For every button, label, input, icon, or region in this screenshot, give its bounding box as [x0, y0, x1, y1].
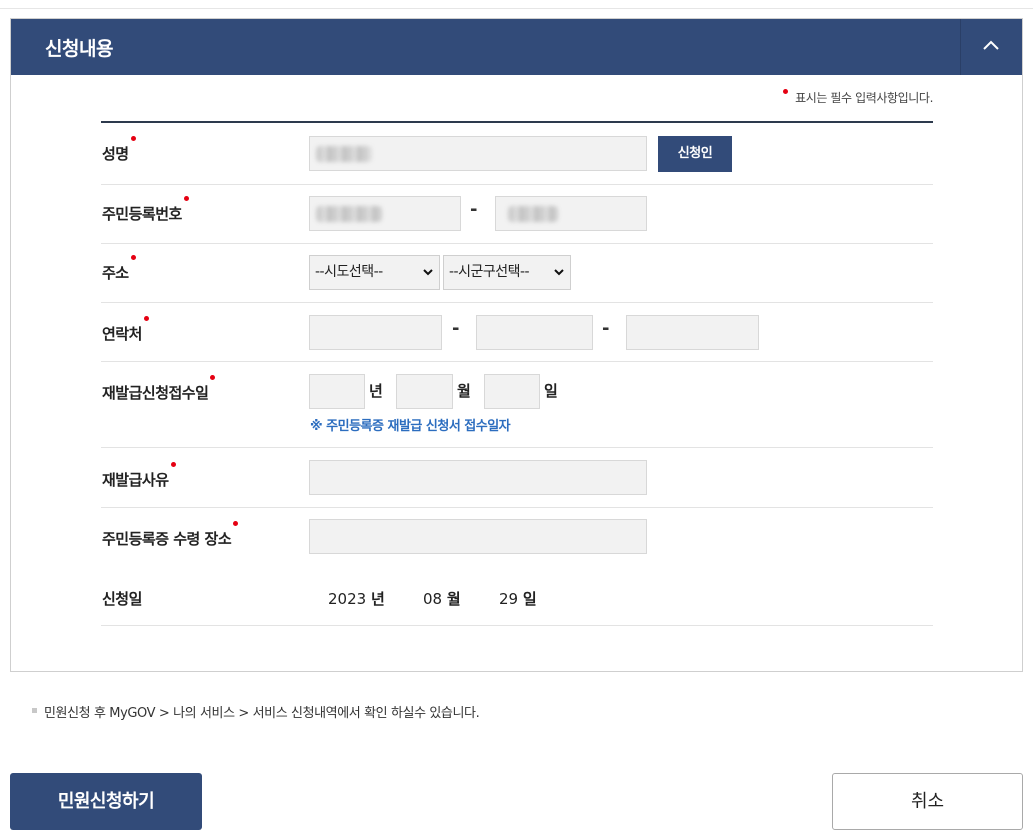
contact-separator-2: -: [602, 318, 610, 339]
day-unit: 일: [544, 382, 558, 400]
masked-value: [508, 206, 558, 222]
row-divider: [101, 243, 933, 244]
reissue-month-input[interactable]: [396, 374, 453, 409]
chevron-down-icon: [423, 269, 433, 276]
application-month-value: 08: [423, 590, 443, 608]
pickup-place-label: 주민등록증 수령 장소: [102, 521, 239, 549]
required-dot: [210, 375, 216, 380]
address-label: 주소: [102, 255, 136, 283]
resident-number-label: 주민등록번호: [102, 196, 189, 224]
chevron-down-icon: [554, 269, 564, 276]
application-year-unit: 년: [370, 590, 385, 608]
submit-application-button[interactable]: 민원신청하기: [10, 773, 202, 830]
reissue-date-label: 재발급신청접수일: [102, 375, 216, 403]
required-note-text: 표시는 필수 입력사항입니다.: [795, 91, 933, 105]
name-input[interactable]: [309, 136, 647, 171]
contact-first-input[interactable]: [309, 315, 442, 350]
reissue-reason-label: 재발급사유: [102, 462, 176, 490]
pickup-place-label-text: 주민등록증 수령 장소: [102, 530, 232, 548]
application-month-unit: 월: [446, 590, 461, 608]
name-label-text: 성명: [102, 145, 129, 163]
required-dot: [130, 255, 136, 260]
application-panel: 신청내용 표시는 필수 입력사항입니다. 성명 신청인 주민등록번호 - 주소 …: [10, 18, 1023, 672]
application-date-label: 신청일: [102, 588, 142, 609]
chevron-up-icon: [983, 40, 999, 50]
collapse-button[interactable]: [961, 19, 1022, 75]
contact-label-text: 연락처: [102, 325, 142, 343]
reissue-day-input[interactable]: [484, 374, 540, 409]
row-divider: [101, 625, 933, 626]
resident-number-front-input[interactable]: [309, 196, 461, 231]
pickup-place-input[interactable]: [309, 519, 647, 554]
reissue-date-hint: ※ 주민등록증 재발급 신청서 접수일자: [310, 419, 511, 434]
required-note: 표시는 필수 입력사항입니다.: [783, 89, 933, 106]
row-divider: [101, 184, 933, 185]
resident-number-separator: -: [470, 199, 478, 220]
application-year-value: 2023: [328, 590, 367, 608]
required-dot: [183, 196, 189, 201]
masked-value: [316, 146, 372, 162]
reissue-reason-input[interactable]: [309, 460, 647, 495]
year-unit: 년: [369, 382, 383, 400]
contact-middle-input[interactable]: [476, 315, 593, 350]
application-date-label-text: 신청일: [102, 590, 142, 608]
cancel-button[interactable]: 취소: [832, 773, 1023, 830]
sigungu-select[interactable]: --시군구선택--: [443, 255, 571, 290]
required-dot: [130, 136, 136, 141]
reissue-year-input[interactable]: [309, 374, 365, 409]
row-divider: [101, 447, 933, 448]
footnote-text: 민원신청 후 MyGOV > 나의 서비스 > 서비스 신청내역에서 확인 하실…: [44, 706, 480, 721]
resident-number-back-input[interactable]: [495, 196, 647, 231]
application-day: 29 일: [499, 588, 537, 609]
top-border: [0, 0, 1033, 9]
row-divider: [101, 302, 933, 303]
applicant-lookup-button[interactable]: 신청인: [658, 136, 732, 172]
required-dot: [143, 316, 149, 321]
month-unit: 월: [457, 382, 471, 400]
bullet-square: [32, 708, 37, 713]
panel-header: 신청내용: [11, 19, 1022, 75]
row-divider: [101, 507, 933, 508]
panel-title: 신청내용: [45, 38, 113, 60]
required-dot: [233, 521, 239, 526]
sido-select[interactable]: --시도선택--: [309, 255, 440, 290]
reissue-date-label-text: 재발급신청접수일: [102, 384, 209, 402]
application-day-unit: 일: [522, 590, 537, 608]
resident-number-label-text: 주민등록번호: [102, 205, 182, 223]
required-dot: [783, 89, 789, 94]
masked-value: [316, 206, 382, 222]
form-top-border: [101, 121, 933, 123]
contact-last-input[interactable]: [626, 315, 759, 350]
application-year: 2023 년: [328, 588, 385, 609]
reissue-reason-label-text: 재발급사유: [102, 471, 169, 489]
application-day-value: 29: [499, 590, 519, 608]
required-dot: [170, 462, 176, 467]
name-label: 성명: [102, 136, 136, 164]
application-month: 08 월: [423, 588, 461, 609]
footnote: 민원신청 후 MyGOV > 나의 서비스 > 서비스 신청내역에서 확인 하실…: [32, 702, 480, 721]
contact-separator-1: -: [452, 318, 460, 339]
address-label-text: 주소: [102, 264, 129, 282]
sigungu-select-value: --시군구선택--: [449, 264, 530, 280]
sido-select-value: --시도선택--: [315, 264, 383, 280]
row-divider: [101, 361, 933, 362]
contact-label: 연락처: [102, 316, 149, 344]
